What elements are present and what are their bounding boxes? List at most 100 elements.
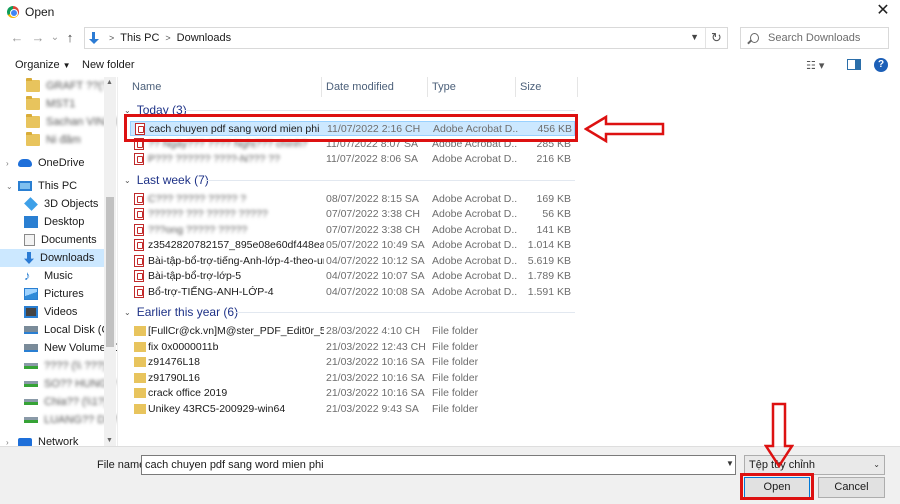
folder-row[interactable]: z91790L16 21/03/2022 10:16 SA File folder (130, 371, 575, 386)
sidebar-item-pictures[interactable]: Pictures (0, 285, 117, 303)
file-name: Bổ-trợ-TIẾNG-ANH-LỚP-4 (148, 286, 274, 298)
sidebar-item-new-volume[interactable]: New Volume (D: (0, 339, 117, 357)
sidebar-item-quick-folder[interactable]: MST1 (0, 95, 117, 113)
change-view-icon[interactable]: ☷ ▾ (806, 59, 824, 72)
column-header-date[interactable]: Date modified (322, 77, 428, 97)
file-date: 11/07/2022 8:06 SA (326, 153, 419, 165)
breadcrumb-separator: > (109, 33, 115, 43)
column-header-size[interactable]: Size (516, 77, 578, 97)
pdf-file-icon (134, 153, 144, 165)
downloads-location-icon (89, 32, 103, 44)
chevron-down-icon: ▼ (62, 61, 71, 70)
refresh-icon[interactable]: ↻ (705, 28, 727, 48)
back-icon[interactable]: ← (8, 29, 26, 47)
column-header-type[interactable]: Type (428, 77, 516, 97)
sidebar-item-network-drive[interactable]: ???? (\\ ???) (0, 357, 117, 375)
scroll-up-icon[interactable]: ▲ (106, 79, 113, 86)
file-size: 56 KB (542, 208, 571, 220)
sidebar-item-quick-folder[interactable]: Sachan VIN2018 (0, 113, 117, 131)
sidebar-item-label: Videos (44, 306, 78, 318)
file-name: C??? ????? ????? ? (148, 193, 247, 205)
file-name: ?????? ??? ????? ????? (148, 208, 268, 220)
window-title: Open (25, 5, 55, 19)
file-row[interactable]: Bổ-trợ-TIẾNG-ANH-LỚP-4 04/07/2022 10:08 S… (130, 285, 575, 300)
address-bar[interactable]: > This PC > Downloads ▼ ↻ (84, 27, 728, 49)
breadcrumb-this-pc[interactable]: This PC (120, 32, 159, 44)
sidebar-item-label: Network (38, 436, 79, 446)
file-type: File folder (432, 341, 479, 353)
search-input[interactable] (768, 32, 888, 44)
filename-field[interactable]: cach chuyen pdf sang word mien phi (141, 455, 736, 475)
group-divider (185, 110, 575, 111)
sidebar-item-network[interactable]: › Network (0, 433, 117, 447)
group-header-last-week[interactable]: ⌄ Last week (7) (123, 172, 209, 188)
documents-icon (24, 234, 35, 246)
file-type: File folder (432, 356, 479, 368)
sidebar-item-network-drive[interactable]: Chia?? (\\1?) (0, 393, 117, 411)
close-icon[interactable]: ✕ (874, 2, 892, 20)
chrome-icon (7, 6, 19, 18)
folder-row[interactable]: z91476L18 21/03/2022 10:16 SA File folder (130, 355, 575, 370)
sidebar-item-quick-folder[interactable]: GRAFT ??(?) (0, 77, 117, 95)
chevron-down-icon[interactable]: ⌄ (6, 182, 13, 191)
scroll-down-icon[interactable]: ▼ (106, 437, 113, 444)
sidebar-item-documents[interactable]: Documents (0, 231, 117, 249)
search-box[interactable] (740, 27, 889, 49)
pictures-icon (24, 288, 38, 300)
forward-icon[interactable]: → (29, 29, 47, 47)
file-type: Adobe Acrobat D... (432, 239, 517, 251)
file-date: 21/03/2022 9:43 SA (326, 403, 419, 415)
file-size: 1.789 KB (527, 270, 571, 282)
navigation-scrollbar[interactable]: ▲ ▼ (104, 77, 116, 446)
new-folder-button[interactable]: New folder (82, 59, 135, 71)
organize-button[interactable]: Organize ▼ (15, 59, 71, 71)
sidebar-item-3d-objects[interactable]: 3D Objects (0, 195, 117, 213)
sidebar-item-videos[interactable]: Videos (0, 303, 117, 321)
sidebar-item-this-pc[interactable]: ⌄ This PC (0, 177, 117, 195)
scrollbar-thumb[interactable] (106, 197, 114, 347)
file-row[interactable]: ???ong ????? ????? 07/07/2022 3:38 CH Adob… (130, 223, 575, 238)
file-date: 04/07/2022 10:12 SA (326, 255, 425, 267)
sidebar-item-network-drive[interactable]: LUANG?? DE? (0, 411, 117, 429)
file-name: Bài-tập-bổ-trợ-lớp-5 (148, 270, 242, 282)
file-row[interactable]: C??? ????? ????? ? 08/07/2022 8:15 SA Adob… (130, 192, 575, 207)
sidebar-item-quick-folder[interactable]: Ni đăm (0, 131, 117, 149)
chevron-right-icon[interactable]: › (6, 438, 9, 447)
sidebar-item-downloads[interactable]: Downloads (0, 249, 104, 267)
folder-icon (134, 404, 146, 414)
file-name: z3542820782157_895e08e60df448ea2f3bd... (148, 239, 324, 251)
chevron-right-icon[interactable]: › (6, 159, 9, 168)
group-header-earlier-this-year[interactable]: ⌄ Earlier this year (6) (123, 304, 238, 320)
sidebar-item-onedrive[interactable]: › OneDrive (0, 154, 117, 172)
folder-icon (134, 342, 146, 352)
file-row[interactable]: ?????? ??? ????? ????? 07/07/2022 3:38 CH… (130, 207, 575, 222)
folder-row[interactable]: fix 0x0000011b 21/03/2022 12:43 CH File fo… (130, 340, 575, 355)
file-row[interactable]: Bài-tập-bổ-trợ-lớp-5 04/07/2022 10:07 SA A… (130, 269, 575, 284)
column-header-name[interactable]: Name (128, 77, 322, 97)
folder-icon (26, 132, 40, 146)
sidebar-item-music[interactable]: ♪ Music (0, 267, 117, 285)
file-name: fix 0x0000011b (148, 341, 219, 353)
address-dropdown-icon[interactable]: ▼ (690, 32, 699, 42)
file-date: 04/07/2022 10:08 SA (326, 286, 425, 298)
sidebar-item-label: MST1 (46, 98, 76, 110)
sidebar-item-network-drive[interactable]: SO?? HUNG ? (0, 375, 117, 393)
up-icon[interactable]: ↑ (61, 29, 79, 47)
file-type: Adobe Acrobat D... (432, 193, 517, 205)
sidebar-item-local-disk[interactable]: Local Disk (C:) (0, 321, 117, 339)
help-icon[interactable]: ? (874, 58, 888, 72)
folder-row[interactable]: crack office 2019 21/03/2022 10:16 SA File… (130, 386, 575, 401)
file-date: 28/03/2022 4:10 CH (326, 325, 420, 337)
file-row[interactable]: P??? ?????? ????-N??? ?? 11/07/2022 8:06 … (130, 152, 575, 167)
folder-row[interactable]: [FullCr@ck.vn]M@ster_PDF_Edit0r_5.8.03..… (130, 324, 575, 339)
folder-icon (134, 388, 146, 398)
breadcrumb-downloads[interactable]: Downloads (177, 32, 231, 44)
filename-dropdown-icon[interactable]: ▼ (726, 459, 734, 468)
folder-row[interactable]: Unikey 43RC5-200929-win64 21/03/2022 9:43… (130, 402, 575, 417)
sidebar-item-label: Pictures (44, 288, 84, 300)
file-row[interactable]: Bài-tập-bổ-trợ-tiếng-Anh-lớp-4-theo-unit… (130, 254, 575, 269)
preview-pane-icon[interactable] (847, 59, 861, 70)
file-row[interactable]: z3542820782157_895e08e60df448ea2f3bd...0… (130, 238, 575, 253)
cancel-button[interactable]: Cancel (818, 477, 885, 498)
sidebar-item-desktop[interactable]: Desktop (0, 213, 117, 231)
